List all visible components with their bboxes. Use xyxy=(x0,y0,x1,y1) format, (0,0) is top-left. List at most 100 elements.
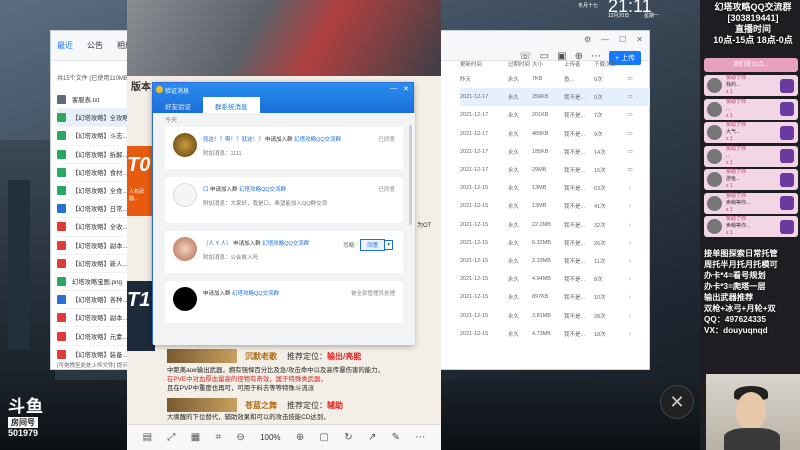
file-row[interactable]: 【幻塔攻略】新人... xyxy=(57,255,137,273)
folder-icon[interactable]: ▭ xyxy=(622,167,638,173)
agree-button[interactable]: 同意 xyxy=(360,239,386,251)
tab-announcement[interactable]: 公告 xyxy=(87,40,103,51)
avatar[interactable] xyxy=(173,237,197,261)
file-name: 幻塔攻略宝图.png xyxy=(72,278,123,286)
avatar[interactable] xyxy=(173,133,197,157)
weapon-description-2: 大唤醒的下位替代，辅助效果和可以的攻击技能CD达到， xyxy=(167,414,330,421)
share-icon[interactable]: ↗ xyxy=(368,432,376,443)
file-detail-row[interactable]: 2021-12-15 永久 4.73MB 我不是... 18次 ↓ xyxy=(460,325,650,343)
file-detail-row[interactable]: 2021-12-15 永久 3.81MB 我不是... 28次 ↓ xyxy=(460,306,650,324)
download-icon[interactable]: ↓ xyxy=(622,240,638,246)
download-icon[interactable]: ↓ xyxy=(622,313,638,319)
file-row[interactable]: 【幻塔攻略】拆解... xyxy=(57,146,137,164)
request-message: 附加消息：1111 xyxy=(203,151,242,157)
file-downloads: 41次 xyxy=(594,204,606,211)
gift-panel-title: 我们是11点... xyxy=(704,58,798,72)
file-row[interactable]: 【幻塔攻略】副本... xyxy=(57,309,137,328)
file-downloads: 10次 xyxy=(594,295,606,302)
file-size: 489KB xyxy=(532,130,549,137)
file-row[interactable]: 【幻塔攻略】全收... xyxy=(57,218,137,237)
file-detail-row[interactable]: 2021-12-15 永久 2.33MB 我不是... 11次 ↓ xyxy=(460,252,650,270)
download-icon[interactable]: ↓ xyxy=(622,222,638,228)
download-icon[interactable]: ↓ xyxy=(622,185,638,191)
chevron-down-icon[interactable]: ▾ xyxy=(385,240,393,250)
ignore-button[interactable]: 忽略 xyxy=(343,241,354,249)
download-icon[interactable]: ↓ xyxy=(622,203,638,209)
file-row[interactable]: 【幻塔攻略】全攻略表 xyxy=(57,109,137,128)
scrollbar[interactable] xyxy=(409,125,412,225)
download-icon[interactable]: ↓ xyxy=(622,331,638,337)
file-expire: 永久 xyxy=(508,113,520,120)
file-name: 【幻塔攻略】新人... xyxy=(72,260,128,268)
download-icon[interactable]: ↓ xyxy=(622,294,638,300)
file-expire: 永久 xyxy=(508,240,520,247)
file-type-icon xyxy=(57,240,66,250)
file-row[interactable]: 幻塔攻略宝图.png xyxy=(57,273,137,292)
file-detail-row[interactable]: 2021-12-15 永久 4.94MB 我不是... 8次 ↓ xyxy=(460,270,650,288)
settings-icon[interactable]: ⚙ xyxy=(584,35,591,44)
zoom-in-icon[interactable]: ⊕ xyxy=(296,432,304,443)
close-icon[interactable]: ✕ xyxy=(636,35,643,44)
gallery-icon[interactable]: ▦ xyxy=(191,432,200,443)
file-expire: 永久 xyxy=(508,204,520,211)
thumbnail-icon[interactable]: ▤ xyxy=(143,432,152,443)
file-downloads: 9次 xyxy=(594,131,603,138)
download-icon[interactable]: ↓ xyxy=(622,276,638,282)
edit-icon[interactable]: ✎ xyxy=(392,432,400,443)
folder-icon[interactable]: ▭ xyxy=(622,149,638,155)
tab-recent[interactable]: 最近 xyxy=(57,40,73,51)
file-detail-row[interactable]: 2021-12-15 永久 22.2MB 我不是... 32次 ↓ xyxy=(460,216,650,234)
file-row[interactable]: 【幻塔攻略】食材... xyxy=(57,164,137,182)
file-detail-row[interactable]: 2021-12-17 永久 201KB 我不是... 7次 ▭ xyxy=(460,106,650,124)
more-icon[interactable]: ⋯ xyxy=(415,432,425,443)
file-detail-row[interactable]: 2021-12-15 永久 13MB 我不是... 63次 ↓ xyxy=(460,179,650,197)
zoom-out-icon[interactable]: ⊖ xyxy=(236,432,244,443)
clock-lunar: 冬月十七 xyxy=(578,3,599,9)
download-icon[interactable]: ↓ xyxy=(622,258,638,264)
minimize-icon[interactable]: — xyxy=(601,35,609,44)
header-updated[interactable]: 更新时间 xyxy=(460,60,508,70)
file-detail-row[interactable]: 2021-12-17 永久 489KB 我不是... 9次 ▭ xyxy=(460,125,650,143)
minimize-icon[interactable]: — xyxy=(390,85,397,93)
file-name: 【幻塔攻略】斗志... xyxy=(72,133,128,141)
header-size[interactable]: 大小 xyxy=(532,60,564,70)
file-name: 【幻塔攻略】全食... xyxy=(72,188,128,196)
file-row[interactable]: 【幻塔攻略】全食... xyxy=(57,182,137,201)
file-name: 【幻塔攻略】全收... xyxy=(72,224,128,232)
folder-icon[interactable]: ▭ xyxy=(622,131,638,137)
folder-icon[interactable]: ▭ xyxy=(622,94,638,100)
rotate-icon[interactable]: ↻ xyxy=(344,432,352,443)
folder-icon[interactable]: ▭ xyxy=(622,76,638,82)
file-detail-row[interactable]: 2021-12-15 永久 897KB 我不是... 10次 ↓ xyxy=(460,288,650,306)
file-size: 4.73MB xyxy=(532,330,551,337)
file-detail-row[interactable]: 昨天 永久 7KB 鱼... 0次 ▭ xyxy=(460,70,650,88)
avatar[interactable] xyxy=(173,287,197,311)
avatar[interactable] xyxy=(173,183,197,207)
close-icon[interactable]: ✕ xyxy=(403,85,409,93)
file-row[interactable]: 【幻塔攻略】日常... xyxy=(57,200,137,219)
dialog-title: 验证消息 xyxy=(165,89,190,95)
file-row[interactable]: 【幻塔攻略】斗志... xyxy=(57,127,137,146)
maximize-icon[interactable]: ☐ xyxy=(619,35,626,44)
gift-icon xyxy=(780,196,794,210)
file-detail-row[interactable]: 2021-12-15 永久 6.32MB 我不是... 26次 ↓ xyxy=(460,234,650,252)
file-downloads: 26次 xyxy=(594,240,606,247)
actual-size-icon[interactable]: ▢ xyxy=(320,432,329,443)
folder-icon[interactable]: ▭ xyxy=(622,112,638,118)
tier-t1-badge: T1 xyxy=(127,281,155,351)
file-size: 13MB xyxy=(532,185,547,192)
file-row[interactable]: 客服表.txt xyxy=(57,91,137,110)
file-detail-row[interactable]: 2021-12-17 永久 29MB 我不是... 15次 ▭ xyxy=(460,161,650,179)
file-detail-row[interactable]: 2021-12-17 永久 185KB 我不是... 14次 ▭ xyxy=(460,143,650,161)
crop-icon[interactable]: ⌗ xyxy=(215,432,221,443)
gift-text: 赞助了你 游鱼... x 1 xyxy=(726,169,747,189)
header-uploader[interactable]: 上传者 xyxy=(564,60,594,70)
header-expire[interactable]: 过期时间 xyxy=(508,60,532,70)
file-detail-row[interactable]: 2021-12-17 永久 256KB 我不是... 0次 ▭ xyxy=(460,88,650,107)
file-row[interactable]: 【幻塔攻略】副本... xyxy=(57,237,137,255)
header-downloads[interactable]: 下载次数 xyxy=(594,60,622,70)
file-detail-row[interactable]: 2021-12-15 永久 13MB 我不是... 41次 ↓ xyxy=(460,197,650,215)
file-row[interactable]: 【幻塔攻略】元素... xyxy=(57,327,137,346)
file-row[interactable]: 【幻塔攻略】各种... xyxy=(57,291,137,310)
fit-icon[interactable]: ⤢ xyxy=(167,432,175,443)
